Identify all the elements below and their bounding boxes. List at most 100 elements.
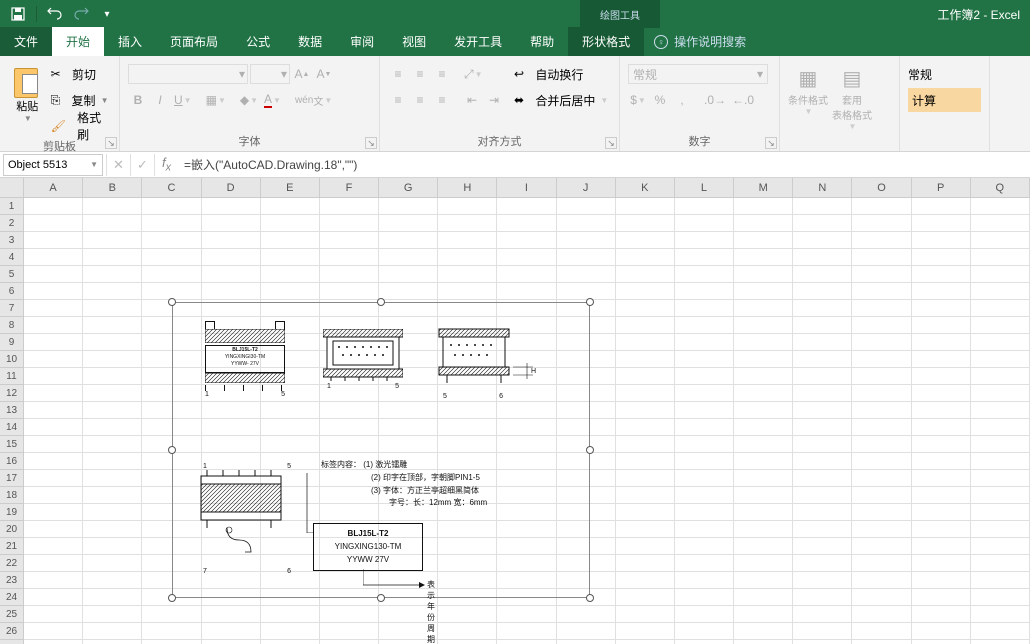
cell[interactable] <box>142 606 201 623</box>
font-dialog-launcher[interactable]: ↘ <box>365 137 377 149</box>
cell[interactable] <box>616 555 675 572</box>
cell[interactable] <box>616 249 675 266</box>
cell[interactable] <box>438 232 497 249</box>
paste-button[interactable]: 粘贴 ▼ <box>8 60 47 123</box>
cell[interactable] <box>320 249 379 266</box>
row-header[interactable]: 22 <box>0 555 23 572</box>
cell[interactable] <box>971 623 1030 640</box>
cell[interactable] <box>379 266 438 283</box>
format-painter-button[interactable]: 🖌 格式刷 <box>51 114 111 138</box>
row-header[interactable]: 2 <box>0 215 23 232</box>
cell[interactable] <box>616 368 675 385</box>
cell[interactable] <box>83 538 142 555</box>
cell[interactable] <box>83 555 142 572</box>
cell[interactable] <box>24 504 83 521</box>
cell[interactable] <box>912 623 971 640</box>
column-header[interactable]: O <box>852 178 911 197</box>
cell[interactable] <box>793 334 852 351</box>
row-header[interactable]: 24 <box>0 589 23 606</box>
cell[interactable] <box>675 215 734 232</box>
cell[interactable] <box>320 266 379 283</box>
cell[interactable] <box>616 521 675 538</box>
cell[interactable] <box>24 215 83 232</box>
cell[interactable] <box>142 623 201 640</box>
cell[interactable] <box>793 198 852 215</box>
row-header[interactable]: 7 <box>0 300 23 317</box>
cell[interactable] <box>675 385 734 402</box>
cell[interactable] <box>83 232 142 249</box>
save-icon[interactable] <box>8 4 28 24</box>
cell[interactable] <box>675 266 734 283</box>
cell[interactable] <box>734 334 793 351</box>
cell[interactable] <box>24 487 83 504</box>
cell[interactable] <box>971 504 1030 521</box>
alignment-dialog-launcher[interactable]: ↘ <box>605 137 617 149</box>
cell[interactable] <box>616 385 675 402</box>
cell[interactable] <box>793 504 852 521</box>
cell[interactable] <box>852 521 911 538</box>
cell[interactable] <box>83 385 142 402</box>
cell[interactable] <box>734 606 793 623</box>
cell[interactable] <box>83 504 142 521</box>
cell[interactable] <box>734 283 793 300</box>
cell[interactable] <box>912 640 971 644</box>
tab-file[interactable]: 文件 <box>0 27 52 56</box>
cell[interactable] <box>24 402 83 419</box>
cell[interactable] <box>24 589 83 606</box>
cell[interactable] <box>971 215 1030 232</box>
cell[interactable] <box>557 640 616 644</box>
cell[interactable] <box>793 215 852 232</box>
align-middle-icon[interactable]: ≡ <box>410 64 430 84</box>
font-color-button[interactable]: A▼ <box>262 90 283 110</box>
border-button[interactable]: ▦▼ <box>204 90 228 110</box>
cell[interactable] <box>852 606 911 623</box>
wrap-text-button[interactable]: ↩ 自动换行 <box>514 62 608 86</box>
cell[interactable] <box>24 419 83 436</box>
cell[interactable] <box>912 402 971 419</box>
cancel-formula-icon[interactable]: ✕ <box>106 154 130 176</box>
cell[interactable] <box>852 198 911 215</box>
cell[interactable] <box>497 623 556 640</box>
cell[interactable] <box>320 198 379 215</box>
column-header[interactable]: K <box>616 178 675 197</box>
cell[interactable] <box>675 368 734 385</box>
cell[interactable] <box>24 368 83 385</box>
row-header[interactable]: 8 <box>0 317 23 334</box>
italic-button[interactable]: I <box>150 90 170 110</box>
cell[interactable] <box>616 453 675 470</box>
cell[interactable] <box>142 215 201 232</box>
cell[interactable] <box>852 640 911 644</box>
cell[interactable] <box>202 640 261 644</box>
cell[interactable] <box>557 283 616 300</box>
cell[interactable] <box>971 317 1030 334</box>
cell[interactable] <box>675 198 734 215</box>
cell[interactable] <box>971 606 1030 623</box>
cell[interactable] <box>852 232 911 249</box>
cell[interactable] <box>734 640 793 644</box>
cell[interactable] <box>24 317 83 334</box>
decrease-font-icon[interactable]: A▼ <box>314 64 334 84</box>
cell[interactable] <box>557 215 616 232</box>
cell[interactable] <box>24 300 83 317</box>
cell[interactable] <box>24 266 83 283</box>
cell[interactable] <box>852 215 911 232</box>
row-header[interactable]: 21 <box>0 538 23 555</box>
cell[interactable] <box>83 521 142 538</box>
cell[interactable] <box>24 283 83 300</box>
column-header[interactable]: M <box>734 178 793 197</box>
cell[interactable] <box>83 368 142 385</box>
row-header[interactable]: 16 <box>0 453 23 470</box>
decrease-indent-icon[interactable]: ⇤ <box>462 90 482 110</box>
cell[interactable] <box>734 436 793 453</box>
column-header[interactable]: F <box>320 178 379 197</box>
column-header[interactable]: P <box>912 178 971 197</box>
row-header[interactable]: 23 <box>0 572 23 589</box>
column-header[interactable]: D <box>202 178 261 197</box>
increase-indent-icon[interactable]: ⇥ <box>484 90 504 110</box>
cell[interactable] <box>734 623 793 640</box>
cell[interactable] <box>557 232 616 249</box>
cell[interactable] <box>616 589 675 606</box>
cell[interactable] <box>793 538 852 555</box>
cell[interactable] <box>202 623 261 640</box>
cell[interactable] <box>142 198 201 215</box>
